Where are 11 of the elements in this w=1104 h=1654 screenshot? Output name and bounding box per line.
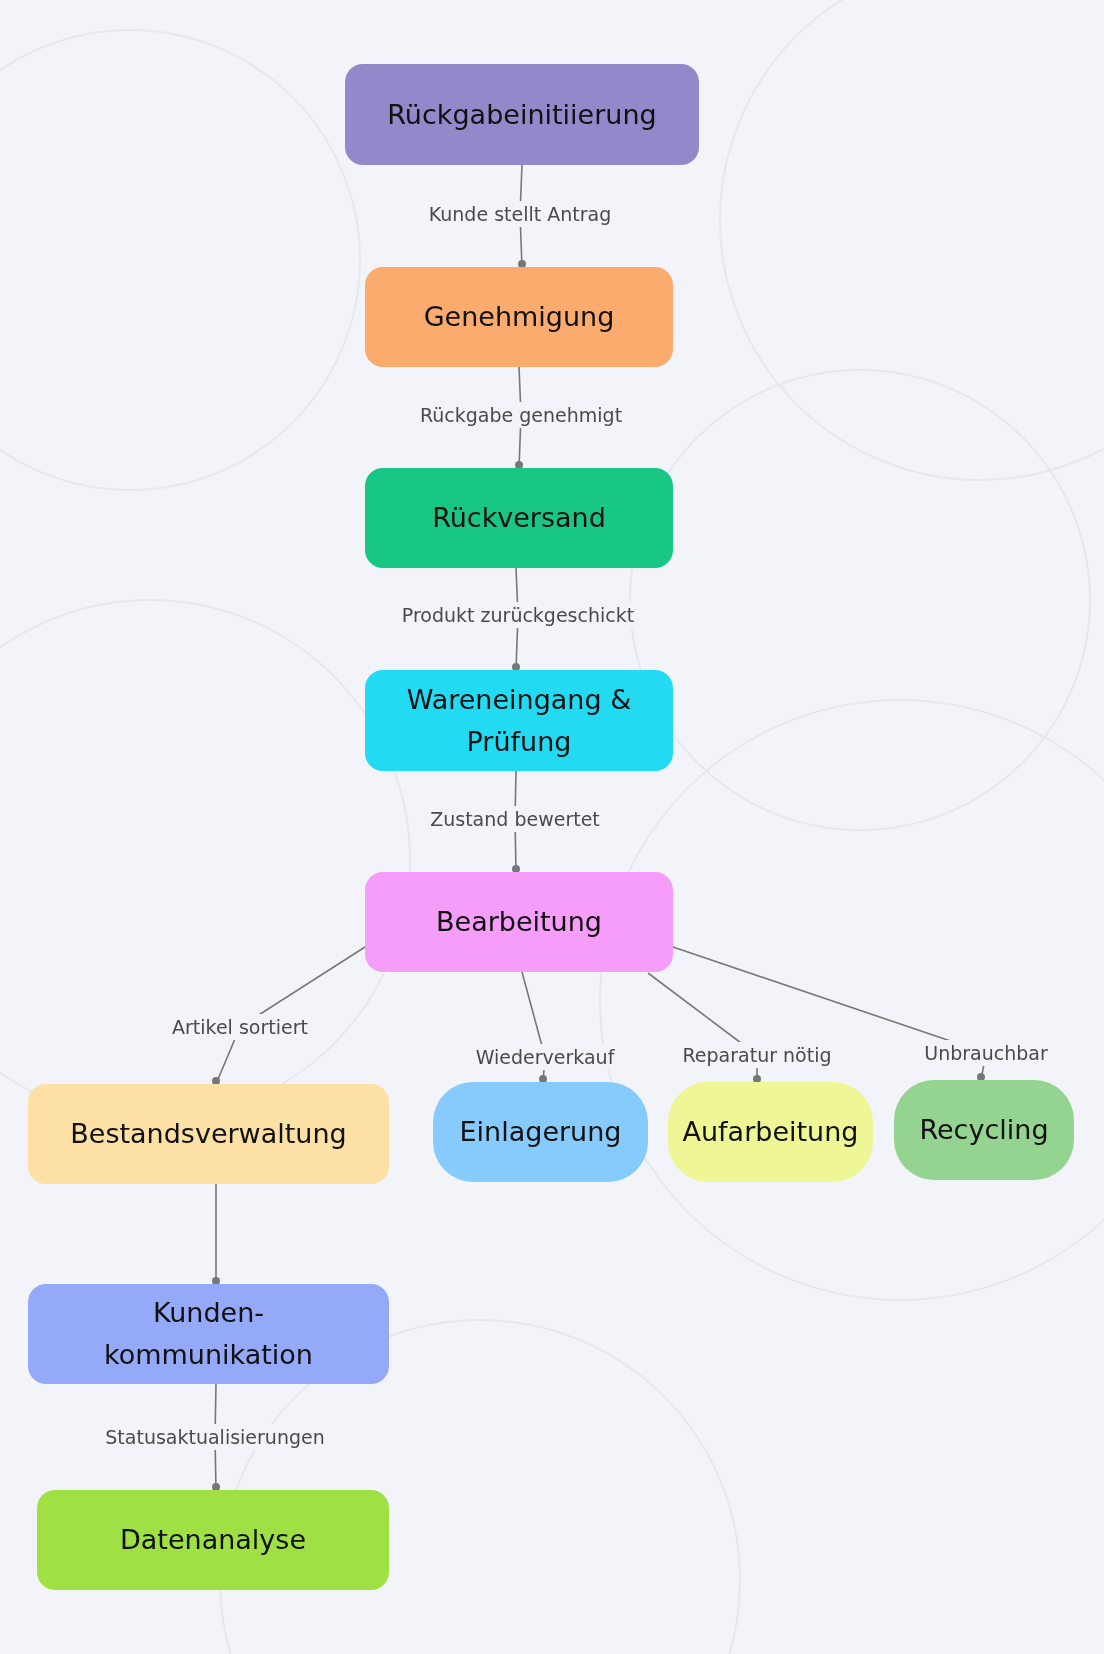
process-node: Bestandsverwaltung <box>28 1084 389 1184</box>
process-node: Kunden-kommunikation <box>28 1284 389 1384</box>
process-node: Rückversand <box>365 468 673 568</box>
process-node: Recycling <box>894 1080 1074 1180</box>
process-node: Bearbeitung <box>365 872 673 972</box>
process-node: Datenanalyse <box>37 1490 389 1590</box>
process-node: Rückgabeinitiierung <box>345 64 699 165</box>
process-node: Wareneingang & Prüfung <box>365 670 673 771</box>
process-node: Genehmigung <box>365 267 673 367</box>
process-node: Aufarbeitung <box>668 1082 873 1182</box>
process-node: Einlagerung <box>433 1082 648 1182</box>
